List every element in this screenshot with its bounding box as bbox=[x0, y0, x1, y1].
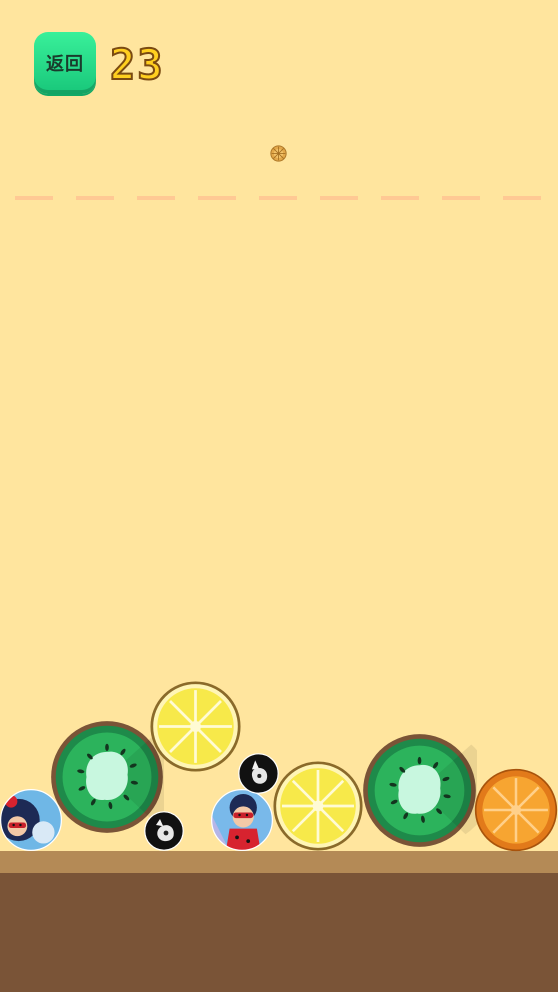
orange-icon bbox=[474, 768, 558, 852]
kiwi-icon bbox=[363, 734, 477, 847]
cat-avatar-icon bbox=[144, 811, 184, 851]
seed-icon bbox=[270, 145, 287, 162]
back-button[interactable]: 返回 bbox=[34, 32, 96, 94]
score-counter: 23 bbox=[109, 39, 165, 90]
ground-top bbox=[0, 851, 558, 873]
game-stage[interactable]: 返回 23 bbox=[0, 0, 558, 992]
danger-line bbox=[15, 196, 545, 200]
lemon-icon bbox=[273, 761, 363, 851]
ground bbox=[0, 873, 558, 992]
ladybug-hero-icon bbox=[211, 789, 273, 851]
lemon-icon bbox=[150, 681, 241, 772]
back-button-label: 返回 bbox=[46, 54, 84, 75]
